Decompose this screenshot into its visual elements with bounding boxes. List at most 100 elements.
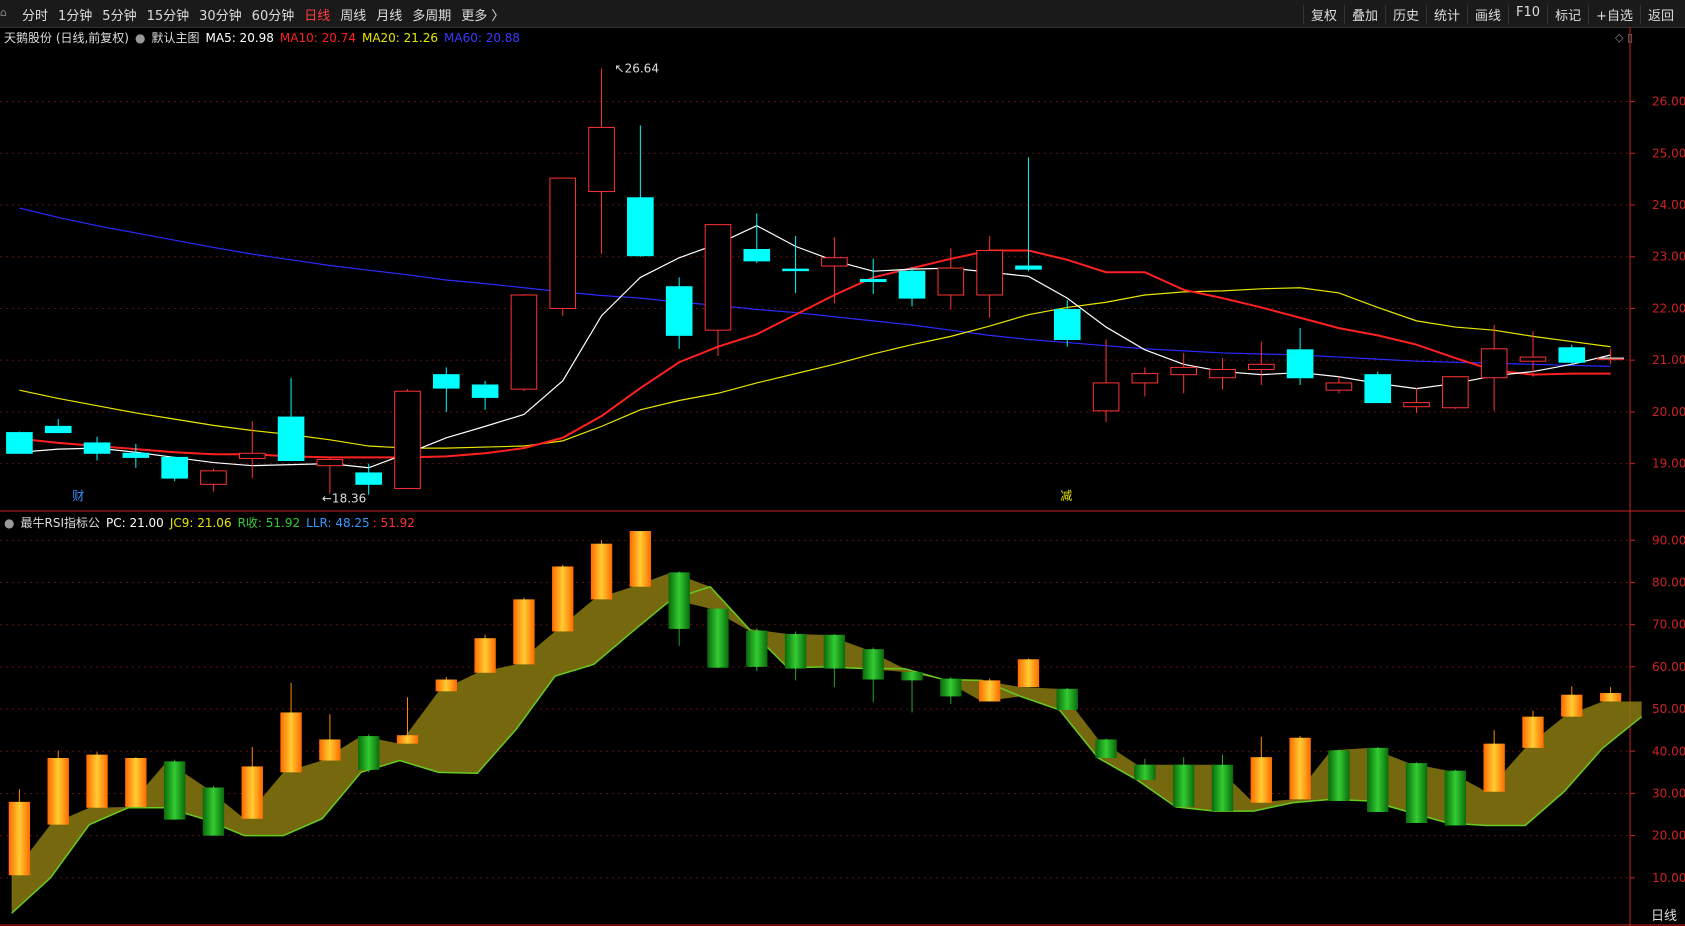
candle-body — [433, 374, 460, 389]
tool-buttons: 复权 叠加 历史 统计 画线 F10 标记 +自选 返回 — [1302, 5, 1681, 24]
rsi-bar — [1289, 737, 1311, 800]
rsi-bar — [1095, 739, 1117, 758]
event-marker-cai: 财 — [72, 489, 84, 503]
rsi-bar — [513, 599, 535, 665]
y-tick-label: 10.00 — [1652, 871, 1685, 885]
candle-body — [83, 442, 111, 454]
rsi-bar — [1561, 694, 1583, 717]
rsi-bar — [1056, 688, 1078, 710]
rsi-bar — [940, 678, 962, 697]
rsi-bar — [590, 543, 613, 600]
candle-body — [161, 456, 188, 479]
rsi-bar — [901, 671, 923, 681]
y-tick-label: 80.00 — [1652, 576, 1685, 590]
period-tab-10[interactable]: 更多 〉 — [461, 5, 504, 24]
y-tick-label: 60.00 — [1652, 660, 1685, 674]
y-tick-label: 25.00 — [1652, 146, 1685, 160]
period-tabs: 分时 1分钟 5分钟 15分钟 30分钟 60分钟 日线 周线 月线 多周期 更多 〉 — [22, 5, 514, 24]
rsi-bar — [396, 735, 419, 744]
rsi-bar — [125, 758, 147, 807]
tool-button-1[interactable]: 叠加 — [1343, 5, 1385, 24]
candle-body — [743, 248, 771, 262]
candle-body — [1209, 368, 1236, 379]
y-tick-label: 20.00 — [1652, 829, 1685, 843]
y-tick-label: 70.00 — [1652, 618, 1685, 632]
candle-body — [665, 286, 693, 336]
rsi-bar — [862, 649, 884, 680]
top-toolbar: ⌂ 分时 1分钟 5分钟 15分钟 30分钟 60分钟 日线 周线 月线 多周期 更多 〉 复权 叠加… — [0, 0, 1685, 28]
candle-body — [1131, 373, 1159, 384]
rsi-bar — [435, 679, 457, 692]
y-tick-label: 21.00 — [1652, 353, 1685, 367]
rsi-bar — [1211, 764, 1234, 812]
period-tab-7[interactable]: 周线 — [340, 5, 366, 24]
rsi-bar — [86, 754, 108, 808]
candle-body — [821, 257, 848, 267]
candle-body — [1092, 382, 1120, 412]
tool-button-7[interactable]: +自选 — [1588, 5, 1640, 24]
candle-body — [1286, 349, 1314, 379]
period-tab-8[interactable]: 月线 — [376, 5, 402, 24]
rsi-bar — [47, 758, 69, 825]
rsi-bar — [1134, 764, 1156, 780]
y-tick-label: 90.00 — [1652, 533, 1685, 547]
candle-body — [898, 270, 926, 299]
candle-body — [238, 452, 266, 459]
rsi-bar — [1483, 743, 1505, 792]
tool-button-8[interactable]: 返回 — [1639, 5, 1681, 24]
period-tab-1[interactable]: 1分钟 — [58, 5, 92, 24]
period-tab-6[interactable]: 日线 — [304, 5, 330, 24]
rsi-bar — [1405, 763, 1428, 823]
candle-body — [471, 384, 499, 398]
tool-button-4[interactable]: 画线 — [1467, 5, 1508, 24]
y-tick-label: 40.00 — [1652, 744, 1685, 758]
ma60-line — [19, 207, 1611, 367]
candle-body — [1053, 308, 1081, 340]
period-tab-0[interactable]: 分时 — [22, 5, 48, 24]
candle-body — [1403, 402, 1430, 408]
rsi-bar — [978, 680, 1001, 702]
ma10-line — [19, 249, 1611, 459]
low-price-label: ←18.36 — [322, 492, 366, 506]
candle-body — [1519, 356, 1547, 362]
y-tick-label: 20.00 — [1652, 405, 1685, 419]
period-tab-9[interactable]: 多周期 — [412, 5, 451, 24]
rsi-bar — [668, 572, 690, 629]
period-tab-4[interactable]: 30分钟 — [199, 5, 242, 24]
tool-button-2[interactable]: 历史 — [1384, 5, 1426, 24]
candle-body — [200, 470, 227, 485]
rsi-bar — [358, 736, 380, 770]
period-indicator: 日线 — [1650, 909, 1677, 924]
rsi-bar — [474, 638, 496, 673]
tool-button-5[interactable]: F10 — [1508, 5, 1547, 24]
candle-body — [355, 472, 382, 485]
rsi-bar — [8, 801, 31, 876]
rsi-bar — [746, 630, 768, 667]
tool-button-6[interactable]: 标记 — [1547, 5, 1588, 24]
rsi-bar — [629, 531, 652, 587]
rsi-bar — [823, 634, 846, 669]
rsi-bar — [280, 712, 302, 773]
collapse-icon[interactable]: ⌂ — [0, 6, 18, 20]
candle-body — [549, 177, 577, 309]
rsi-bar — [1017, 659, 1040, 688]
candle-body — [976, 250, 1003, 296]
period-tab-2[interactable]: 5分钟 — [102, 5, 136, 24]
candle-body — [1364, 374, 1392, 404]
tool-button-0[interactable]: 复权 — [1302, 5, 1344, 24]
rsi-bar — [241, 766, 263, 819]
period-tab-5[interactable]: 60分钟 — [252, 5, 295, 24]
candle-body — [394, 390, 421, 489]
candle-body — [1248, 363, 1275, 370]
chart-area[interactable]: 19.00 20.00 21.00 22.00 23.00 24.00 25.00 26.00… — [0, 27, 1685, 926]
rsi-bar — [1599, 693, 1622, 702]
candle-body — [1325, 382, 1353, 391]
period-tab-3[interactable]: 15分钟 — [147, 5, 190, 24]
candle-body — [1170, 366, 1197, 376]
candle-body — [277, 416, 305, 462]
candle-body — [316, 458, 344, 467]
y-tick-label: 30.00 — [1652, 786, 1685, 800]
candle-body — [782, 268, 809, 272]
candle-body — [122, 452, 150, 458]
tool-button-3[interactable]: 统计 — [1426, 5, 1467, 24]
